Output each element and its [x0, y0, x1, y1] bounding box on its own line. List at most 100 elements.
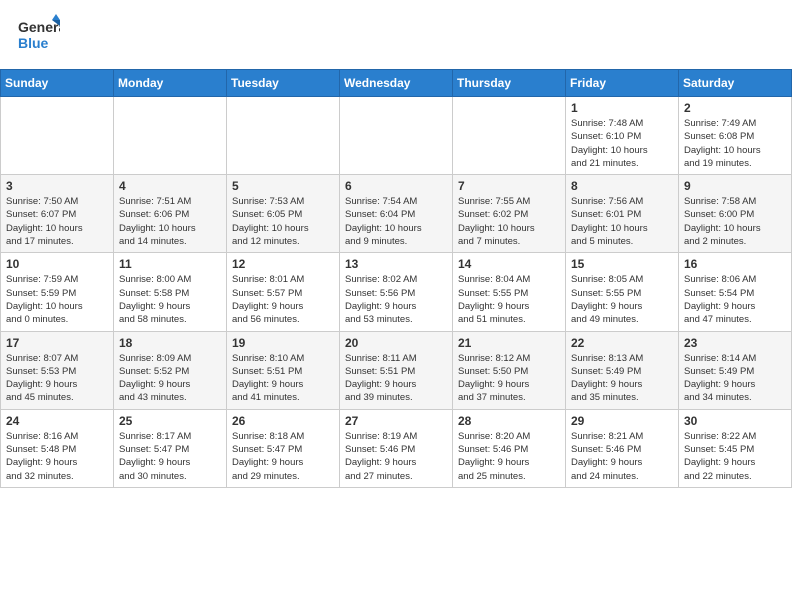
day-info: Sunrise: 8:06 AMSunset: 5:54 PMDaylight:…: [684, 274, 756, 325]
day-number: 8: [571, 179, 673, 193]
calendar-cell: 26Sunrise: 8:18 AMSunset: 5:47 PMDayligh…: [227, 409, 340, 487]
day-info: Sunrise: 8:04 AMSunset: 5:55 PMDaylight:…: [458, 274, 530, 325]
calendar-table: SundayMondayTuesdayWednesdayThursdayFrid…: [0, 69, 792, 488]
calendar-cell: 27Sunrise: 8:19 AMSunset: 5:46 PMDayligh…: [340, 409, 453, 487]
calendar-header: SundayMondayTuesdayWednesdayThursdayFrid…: [1, 70, 792, 97]
day-info: Sunrise: 7:48 AMSunset: 6:10 PMDaylight:…: [571, 118, 648, 169]
day-info: Sunrise: 8:17 AMSunset: 5:47 PMDaylight:…: [119, 431, 191, 482]
calendar-week-2: 3 Sunrise: 7:50 AMSunset: 6:07 PMDaylight…: [1, 175, 792, 253]
day-number: 11: [119, 257, 221, 271]
day-info: Sunrise: 7:58 AMSunset: 6:00 PMDaylight:…: [684, 196, 761, 247]
calendar-cell: 3 Sunrise: 7:50 AMSunset: 6:07 PMDaylight…: [1, 175, 114, 253]
calendar-cell: 17 Sunrise: 8:07 AMSunset: 5:53 PMDayligh…: [1, 331, 114, 409]
calendar-cell: [340, 97, 453, 175]
day-info: Sunrise: 8:02 AMSunset: 5:56 PMDaylight:…: [345, 274, 417, 325]
calendar-cell: 21 Sunrise: 8:12 AMSunset: 5:50 PMDayligh…: [453, 331, 566, 409]
calendar-cell: 6 Sunrise: 7:54 AMSunset: 6:04 PMDaylight…: [340, 175, 453, 253]
day-info: Sunrise: 8:19 AMSunset: 5:46 PMDaylight:…: [345, 431, 417, 482]
day-info: Sunrise: 8:18 AMSunset: 5:47 PMDaylight:…: [232, 431, 304, 482]
weekday-header-friday: Friday: [566, 70, 679, 97]
calendar-week-3: 10 Sunrise: 7:59 AMSunset: 5:59 PMDayligh…: [1, 253, 792, 331]
calendar-cell: 12 Sunrise: 8:01 AMSunset: 5:57 PMDayligh…: [227, 253, 340, 331]
day-info: Sunrise: 7:50 AMSunset: 6:07 PMDaylight:…: [6, 196, 83, 247]
calendar-cell: 23 Sunrise: 8:14 AMSunset: 5:49 PMDayligh…: [679, 331, 792, 409]
weekday-header-wednesday: Wednesday: [340, 70, 453, 97]
weekday-header-sunday: Sunday: [1, 70, 114, 97]
day-number: 16: [684, 257, 786, 271]
calendar-cell: 11 Sunrise: 8:00 AMSunset: 5:58 PMDayligh…: [114, 253, 227, 331]
svg-text:General: General: [18, 19, 60, 35]
day-info: Sunrise: 7:49 AMSunset: 6:08 PMDaylight:…: [684, 118, 761, 169]
day-number: 30: [684, 414, 786, 428]
day-info: Sunrise: 8:20 AMSunset: 5:46 PMDaylight:…: [458, 431, 530, 482]
day-info: Sunrise: 8:13 AMSunset: 5:49 PMDaylight:…: [571, 353, 643, 404]
day-number: 3: [6, 179, 108, 193]
day-number: 9: [684, 179, 786, 193]
day-number: 6: [345, 179, 447, 193]
logo: General Blue: [16, 12, 60, 61]
weekday-header-row: SundayMondayTuesdayWednesdayThursdayFrid…: [1, 70, 792, 97]
day-number: 1: [571, 101, 673, 115]
day-number: 2: [684, 101, 786, 115]
calendar-cell: [114, 97, 227, 175]
day-info: Sunrise: 7:56 AMSunset: 6:01 PMDaylight:…: [571, 196, 648, 247]
day-number: 13: [345, 257, 447, 271]
weekday-header-saturday: Saturday: [679, 70, 792, 97]
calendar-cell: 15 Sunrise: 8:05 AMSunset: 5:55 PMDayligh…: [566, 253, 679, 331]
logo-icon: General Blue: [16, 12, 60, 61]
day-number: 25: [119, 414, 221, 428]
day-number: 23: [684, 336, 786, 350]
day-info: Sunrise: 7:53 AMSunset: 6:05 PMDaylight:…: [232, 196, 309, 247]
calendar-cell: [453, 97, 566, 175]
calendar-cell: 29 Sunrise: 8:21 AMSunset: 5:46 PMDayligh…: [566, 409, 679, 487]
calendar-cell: 30 Sunrise: 8:22 AMSunset: 5:45 PMDayligh…: [679, 409, 792, 487]
day-number: 20: [345, 336, 447, 350]
day-info: Sunrise: 7:59 AMSunset: 5:59 PMDaylight:…: [6, 274, 83, 325]
day-info: Sunrise: 7:55 AMSunset: 6:02 PMDaylight:…: [458, 196, 535, 247]
day-info: Sunrise: 8:00 AMSunset: 5:58 PMDaylight:…: [119, 274, 191, 325]
day-number: 21: [458, 336, 560, 350]
day-number: 12: [232, 257, 334, 271]
calendar-cell: 2 Sunrise: 7:49 AMSunset: 6:08 PMDaylight…: [679, 97, 792, 175]
day-number: 29: [571, 414, 673, 428]
calendar-cell: 18 Sunrise: 8:09 AMSunset: 5:52 PMDayligh…: [114, 331, 227, 409]
day-info: Sunrise: 8:21 AMSunset: 5:46 PMDaylight:…: [571, 431, 643, 482]
calendar-cell: 14Sunrise: 8:04 AMSunset: 5:55 PMDayligh…: [453, 253, 566, 331]
day-number: 18: [119, 336, 221, 350]
svg-text:Blue: Blue: [18, 35, 49, 51]
day-info: Sunrise: 8:05 AMSunset: 5:55 PMDaylight:…: [571, 274, 643, 325]
calendar-cell: [227, 97, 340, 175]
day-number: 10: [6, 257, 108, 271]
calendar-cell: 7 Sunrise: 7:55 AMSunset: 6:02 PMDaylight…: [453, 175, 566, 253]
day-number: 24: [6, 414, 108, 428]
day-number: 19: [232, 336, 334, 350]
calendar-week-1: 1 Sunrise: 7:48 AMSunset: 6:10 PMDaylight…: [1, 97, 792, 175]
calendar-cell: 24Sunrise: 8:16 AMSunset: 5:48 PMDayligh…: [1, 409, 114, 487]
calendar-cell: [1, 97, 114, 175]
weekday-header-tuesday: Tuesday: [227, 70, 340, 97]
day-number: 4: [119, 179, 221, 193]
day-info: Sunrise: 8:10 AMSunset: 5:51 PMDaylight:…: [232, 353, 304, 404]
calendar-week-5: 24Sunrise: 8:16 AMSunset: 5:48 PMDayligh…: [1, 409, 792, 487]
day-info: Sunrise: 8:01 AMSunset: 5:57 PMDaylight:…: [232, 274, 304, 325]
day-number: 17: [6, 336, 108, 350]
calendar-cell: 4Sunrise: 7:51 AMSunset: 6:06 PMDaylight…: [114, 175, 227, 253]
day-info: Sunrise: 8:12 AMSunset: 5:50 PMDaylight:…: [458, 353, 530, 404]
calendar-cell: 8 Sunrise: 7:56 AMSunset: 6:01 PMDaylight…: [566, 175, 679, 253]
day-info: Sunrise: 8:07 AMSunset: 5:53 PMDaylight:…: [6, 353, 78, 404]
calendar-cell: 28 Sunrise: 8:20 AMSunset: 5:46 PMDayligh…: [453, 409, 566, 487]
calendar-cell: 10 Sunrise: 7:59 AMSunset: 5:59 PMDayligh…: [1, 253, 114, 331]
day-info: Sunrise: 8:11 AMSunset: 5:51 PMDaylight:…: [345, 353, 417, 404]
day-number: 15: [571, 257, 673, 271]
calendar-body: 1 Sunrise: 7:48 AMSunset: 6:10 PMDaylight…: [1, 97, 792, 488]
day-number: 28: [458, 414, 560, 428]
calendar-week-4: 17 Sunrise: 8:07 AMSunset: 5:53 PMDayligh…: [1, 331, 792, 409]
calendar-cell: 20 Sunrise: 8:11 AMSunset: 5:51 PMDayligh…: [340, 331, 453, 409]
day-info: Sunrise: 8:14 AMSunset: 5:49 PMDaylight:…: [684, 353, 756, 404]
calendar-cell: 1 Sunrise: 7:48 AMSunset: 6:10 PMDaylight…: [566, 97, 679, 175]
day-info: Sunrise: 8:09 AMSunset: 5:52 PMDaylight:…: [119, 353, 191, 404]
day-number: 7: [458, 179, 560, 193]
day-info: Sunrise: 7:54 AMSunset: 6:04 PMDaylight:…: [345, 196, 422, 247]
day-info: Sunrise: 8:22 AMSunset: 5:45 PMDaylight:…: [684, 431, 756, 482]
calendar-cell: 19 Sunrise: 8:10 AMSunset: 5:51 PMDayligh…: [227, 331, 340, 409]
